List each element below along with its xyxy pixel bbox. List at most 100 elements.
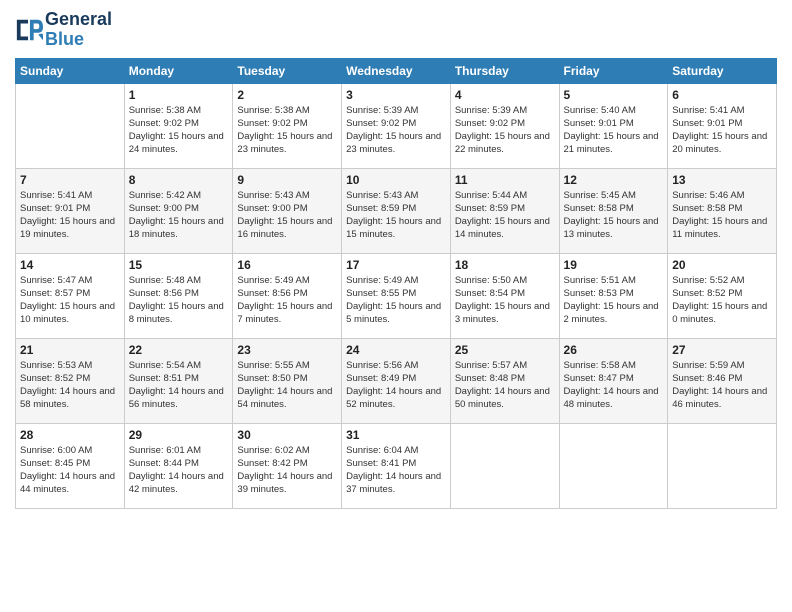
header-day-friday: Friday xyxy=(559,58,668,83)
cell-info: Sunrise: 5:49 AMSunset: 8:56 PMDaylight:… xyxy=(237,274,337,327)
calendar-cell xyxy=(559,423,668,508)
cell-info: Sunrise: 5:58 AMSunset: 8:47 PMDaylight:… xyxy=(564,359,664,412)
calendar-cell: 9 Sunrise: 5:43 AMSunset: 9:00 PMDaylight… xyxy=(233,168,342,253)
calendar-cell: 13 Sunrise: 5:46 AMSunset: 8:58 PMDayligh… xyxy=(668,168,777,253)
logo-text: General Blue xyxy=(45,10,112,50)
calendar-cell: 5Sunrise: 5:40 AMSunset: 9:01 PMDaylight… xyxy=(559,83,668,168)
week-row-1: 1 Sunrise: 5:38 AMSunset: 9:02 PMDaylight… xyxy=(16,83,777,168)
calendar-cell: 3 Sunrise: 5:39 AMSunset: 9:02 PMDaylight… xyxy=(342,83,451,168)
week-row-2: 7 Sunrise: 5:41 AMSunset: 9:01 PMDaylight… xyxy=(16,168,777,253)
day-number: 2 xyxy=(237,88,337,102)
cell-info: Sunrise: 5:48 AMSunset: 8:56 PMDaylight:… xyxy=(129,274,229,327)
cell-info: Sunrise: 5:41 AMSunset: 9:01 PMDaylight:… xyxy=(672,104,772,157)
week-row-3: 14 Sunrise: 5:47 AMSunset: 8:57 PMDayligh… xyxy=(16,253,777,338)
calendar-cell: 19 Sunrise: 5:51 AMSunset: 8:53 PMDayligh… xyxy=(559,253,668,338)
calendar-cell: 12Sunrise: 5:45 AMSunset: 8:58 PMDayligh… xyxy=(559,168,668,253)
cell-info: Sunrise: 5:39 AMSunset: 9:02 PMDaylight:… xyxy=(455,104,555,157)
cell-info: Sunrise: 5:54 AMSunset: 8:51 PMDaylight:… xyxy=(129,359,229,412)
calendar-cell: 27 Sunrise: 5:59 AMSunset: 8:46 PMDayligh… xyxy=(668,338,777,423)
cell-info: Sunrise: 5:50 AMSunset: 8:54 PMDaylight:… xyxy=(455,274,555,327)
cell-info: Sunrise: 5:40 AMSunset: 9:01 PMDaylight:… xyxy=(564,104,664,157)
calendar-cell: 16 Sunrise: 5:49 AMSunset: 8:56 PMDayligh… xyxy=(233,253,342,338)
day-number: 27 xyxy=(672,343,772,357)
day-number: 21 xyxy=(20,343,120,357)
calendar-cell: 14 Sunrise: 5:47 AMSunset: 8:57 PMDayligh… xyxy=(16,253,125,338)
cell-info: Sunrise: 5:51 AMSunset: 8:53 PMDaylight:… xyxy=(564,274,664,327)
day-number: 16 xyxy=(237,258,337,272)
cell-info: Sunrise: 5:53 AMSunset: 8:52 PMDaylight:… xyxy=(20,359,120,412)
calendar-cell: 17 Sunrise: 5:49 AMSunset: 8:55 PMDayligh… xyxy=(342,253,451,338)
cell-info: Sunrise: 5:49 AMSunset: 8:55 PMDaylight:… xyxy=(346,274,446,327)
cell-info: Sunrise: 5:39 AMSunset: 9:02 PMDaylight:… xyxy=(346,104,446,157)
cell-info: Sunrise: 5:55 AMSunset: 8:50 PMDaylight:… xyxy=(237,359,337,412)
day-number: 19 xyxy=(564,258,664,272)
calendar-table: SundayMondayTuesdayWednesdayThursdayFrid… xyxy=(15,58,777,509)
cell-info: Sunrise: 6:04 AMSunset: 8:41 PMDaylight:… xyxy=(346,444,446,497)
calendar-cell: 30Sunrise: 6:02 AMSunset: 8:42 PMDayligh… xyxy=(233,423,342,508)
calendar-cell: 10Sunrise: 5:43 AMSunset: 8:59 PMDayligh… xyxy=(342,168,451,253)
cell-info: Sunrise: 5:46 AMSunset: 8:58 PMDaylight:… xyxy=(672,189,772,242)
calendar-page: General Blue SundayMondayTuesdayWednesda… xyxy=(0,0,792,524)
cell-info: Sunrise: 5:44 AMSunset: 8:59 PMDaylight:… xyxy=(455,189,555,242)
cell-info: Sunrise: 5:59 AMSunset: 8:46 PMDaylight:… xyxy=(672,359,772,412)
day-number: 25 xyxy=(455,343,555,357)
day-number: 8 xyxy=(129,173,229,187)
header-day-monday: Monday xyxy=(124,58,233,83)
day-number: 26 xyxy=(564,343,664,357)
day-number: 9 xyxy=(237,173,337,187)
day-number: 1 xyxy=(129,88,229,102)
day-number: 23 xyxy=(237,343,337,357)
day-number: 18 xyxy=(455,258,555,272)
calendar-cell: 6 Sunrise: 5:41 AMSunset: 9:01 PMDaylight… xyxy=(668,83,777,168)
logo: General Blue xyxy=(15,10,112,50)
day-number: 14 xyxy=(20,258,120,272)
day-number: 31 xyxy=(346,428,446,442)
calendar-cell: 24Sunrise: 5:56 AMSunset: 8:49 PMDayligh… xyxy=(342,338,451,423)
header-day-thursday: Thursday xyxy=(450,58,559,83)
calendar-cell: 1 Sunrise: 5:38 AMSunset: 9:02 PMDaylight… xyxy=(124,83,233,168)
day-number: 4 xyxy=(455,88,555,102)
logo-icon xyxy=(15,16,43,44)
day-number: 20 xyxy=(672,258,772,272)
header-day-saturday: Saturday xyxy=(668,58,777,83)
calendar-cell: 11 Sunrise: 5:44 AMSunset: 8:59 PMDayligh… xyxy=(450,168,559,253)
cell-info: Sunrise: 5:47 AMSunset: 8:57 PMDaylight:… xyxy=(20,274,120,327)
cell-info: Sunrise: 5:42 AMSunset: 9:00 PMDaylight:… xyxy=(129,189,229,242)
calendar-cell: 8 Sunrise: 5:42 AMSunset: 9:00 PMDaylight… xyxy=(124,168,233,253)
cell-info: Sunrise: 5:45 AMSunset: 8:58 PMDaylight:… xyxy=(564,189,664,242)
calendar-cell xyxy=(668,423,777,508)
day-number: 6 xyxy=(672,88,772,102)
cell-info: Sunrise: 5:38 AMSunset: 9:02 PMDaylight:… xyxy=(129,104,229,157)
week-row-4: 21 Sunrise: 5:53 AMSunset: 8:52 PMDayligh… xyxy=(16,338,777,423)
cell-info: Sunrise: 5:43 AMSunset: 9:00 PMDaylight:… xyxy=(237,189,337,242)
day-number: 10 xyxy=(346,173,446,187)
cell-info: Sunrise: 6:01 AMSunset: 8:44 PMDaylight:… xyxy=(129,444,229,497)
cell-info: Sunrise: 5:52 AMSunset: 8:52 PMDaylight:… xyxy=(672,274,772,327)
day-number: 13 xyxy=(672,173,772,187)
day-number: 22 xyxy=(129,343,229,357)
cell-info: Sunrise: 5:57 AMSunset: 8:48 PMDaylight:… xyxy=(455,359,555,412)
calendar-cell xyxy=(16,83,125,168)
calendar-cell: 4 Sunrise: 5:39 AMSunset: 9:02 PMDaylight… xyxy=(450,83,559,168)
cell-info: Sunrise: 6:00 AMSunset: 8:45 PMDaylight:… xyxy=(20,444,120,497)
cell-info: Sunrise: 5:41 AMSunset: 9:01 PMDaylight:… xyxy=(20,189,120,242)
page-header: General Blue xyxy=(15,10,777,50)
calendar-cell xyxy=(450,423,559,508)
day-number: 11 xyxy=(455,173,555,187)
day-number: 17 xyxy=(346,258,446,272)
cell-info: Sunrise: 5:38 AMSunset: 9:02 PMDaylight:… xyxy=(237,104,337,157)
calendar-cell: 25 Sunrise: 5:57 AMSunset: 8:48 PMDayligh… xyxy=(450,338,559,423)
calendar-cell: 23 Sunrise: 5:55 AMSunset: 8:50 PMDayligh… xyxy=(233,338,342,423)
day-number: 15 xyxy=(129,258,229,272)
day-number: 7 xyxy=(20,173,120,187)
header-day-tuesday: Tuesday xyxy=(233,58,342,83)
calendar-cell: 28Sunrise: 6:00 AMSunset: 8:45 PMDayligh… xyxy=(16,423,125,508)
header-day-sunday: Sunday xyxy=(16,58,125,83)
calendar-cell: 21 Sunrise: 5:53 AMSunset: 8:52 PMDayligh… xyxy=(16,338,125,423)
calendar-cell: 29Sunrise: 6:01 AMSunset: 8:44 PMDayligh… xyxy=(124,423,233,508)
calendar-cell: 18 Sunrise: 5:50 AMSunset: 8:54 PMDayligh… xyxy=(450,253,559,338)
calendar-cell: 26 Sunrise: 5:58 AMSunset: 8:47 PMDayligh… xyxy=(559,338,668,423)
day-number: 3 xyxy=(346,88,446,102)
week-row-5: 28Sunrise: 6:00 AMSunset: 8:45 PMDayligh… xyxy=(16,423,777,508)
calendar-cell: 2 Sunrise: 5:38 AMSunset: 9:02 PMDaylight… xyxy=(233,83,342,168)
